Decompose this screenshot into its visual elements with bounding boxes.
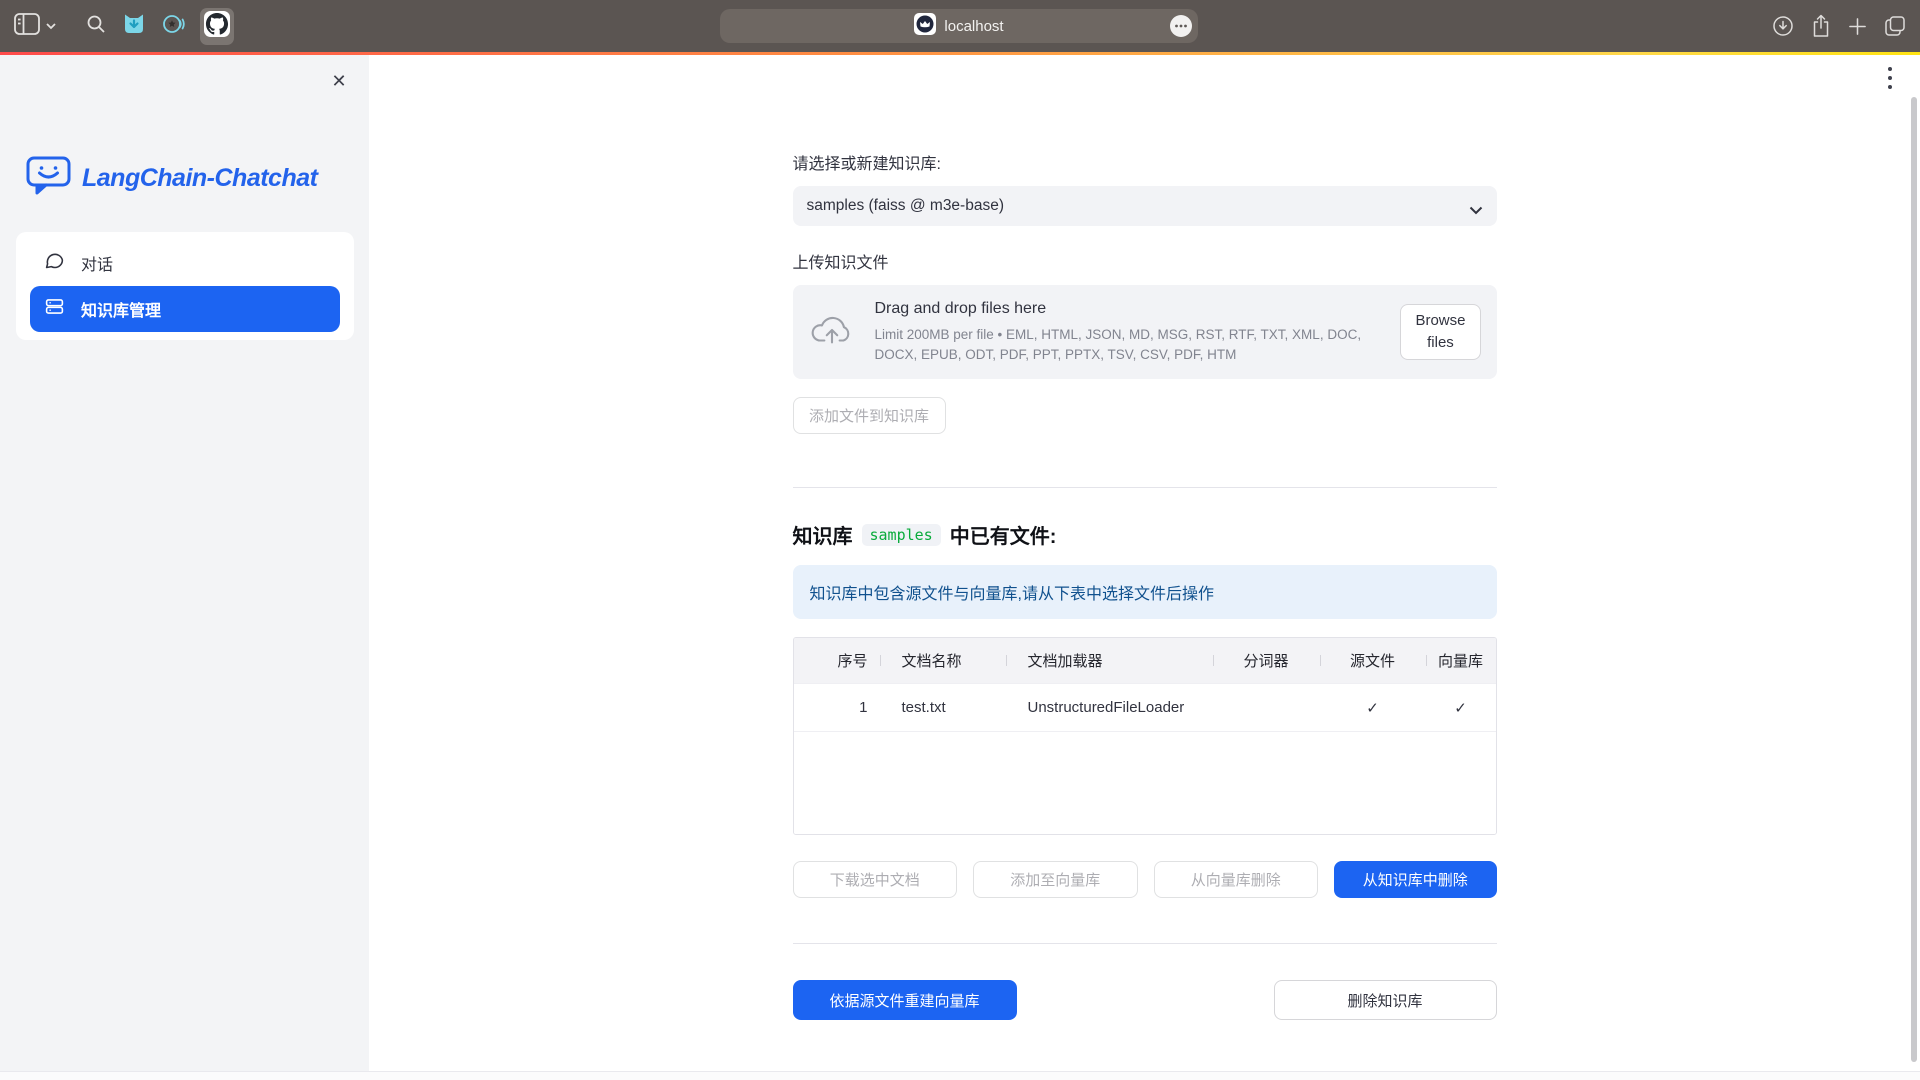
app-logo: LangChain-Chatchat bbox=[26, 155, 369, 202]
close-icon: ✕ bbox=[331, 71, 346, 92]
kb-select-dropdown[interactable]: samples (faiss @ m3e-base) bbox=[793, 186, 1497, 226]
cat-catch-extension-button[interactable] bbox=[122, 12, 146, 41]
kb-name-code: samples bbox=[862, 524, 941, 546]
upload-label: 上传知识文件 bbox=[793, 249, 1497, 273]
delete-from-kb-button[interactable]: 从知识库中删除 bbox=[1334, 861, 1497, 898]
browse-files-button[interactable]: Browse files bbox=[1400, 304, 1480, 360]
github-extension-button[interactable] bbox=[200, 8, 234, 45]
share-button[interactable] bbox=[1811, 14, 1831, 38]
sidebar-close-button[interactable]: ✕ bbox=[327, 69, 351, 93]
info-text: 知识库中包含源文件与向量库,请从下表中选择文件后操作 bbox=[810, 580, 1214, 604]
window-bottom-edge bbox=[0, 1071, 1920, 1080]
sidebar: ✕ LangChain-Chatchat 对话 bbox=[0, 55, 369, 1071]
col-header-source-file[interactable]: 源文件 bbox=[1320, 650, 1426, 671]
tabs-icon bbox=[1884, 15, 1906, 37]
col-header-splitter[interactable]: 分词器 bbox=[1213, 650, 1320, 671]
page-content: 请选择或新建知识库: samples (faiss @ m3e-base) 上传… bbox=[793, 55, 1497, 1020]
chevron-down-icon bbox=[1469, 202, 1483, 220]
browser-toolbar: localhost bbox=[0, 0, 1920, 52]
delete-kb-button[interactable]: 删除知识库 bbox=[1274, 980, 1497, 1020]
sidebar-item-label: 对话 bbox=[81, 251, 113, 275]
heading-prefix: 知识库 bbox=[793, 520, 853, 549]
github-icon bbox=[204, 11, 230, 42]
logo-chat-bubble-icon bbox=[26, 155, 72, 202]
database-icon bbox=[44, 296, 65, 322]
page-options-button[interactable] bbox=[1169, 14, 1193, 38]
heading-suffix: 中已有文件: bbox=[950, 520, 1057, 549]
scrollbar-thumb[interactable] bbox=[1911, 97, 1917, 1062]
cell-name: test.txt bbox=[880, 699, 1006, 716]
new-tab-button[interactable] bbox=[1848, 17, 1867, 36]
dropzone-limit: Limit 200MB per file • EML, HTML, JSON, … bbox=[875, 325, 1387, 364]
download-icon bbox=[1772, 15, 1794, 37]
cell-source-file: ✓ bbox=[1320, 699, 1426, 717]
download-selected-button[interactable]: 下载选中文档 bbox=[793, 861, 958, 898]
delete-from-vector-store-button[interactable]: 从向量库删除 bbox=[1154, 861, 1319, 898]
chat-bubble-icon bbox=[44, 250, 65, 276]
toolbar-right-group bbox=[1772, 0, 1906, 52]
cell-loader: UnstructuredFileLoader bbox=[1006, 699, 1213, 716]
cloud-upload-icon bbox=[811, 314, 853, 351]
sidebar-toggle-button[interactable] bbox=[14, 13, 56, 40]
cell-vector-store: ✓ bbox=[1426, 699, 1496, 717]
logo-text: LangChain-Chatchat bbox=[82, 164, 317, 193]
cat-catch-icon bbox=[122, 12, 146, 41]
reader-extension-button[interactable] bbox=[162, 12, 186, 41]
sidebar-item-dialogue[interactable]: 对话 bbox=[30, 240, 340, 286]
sidebar-item-label: 知识库管理 bbox=[81, 297, 161, 321]
col-header-vector-store[interactable]: 向量库 bbox=[1426, 650, 1496, 671]
address-bar[interactable]: localhost bbox=[720, 9, 1198, 43]
share-icon bbox=[1811, 14, 1831, 38]
kb-select-value: samples (faiss @ m3e-base) bbox=[807, 197, 1005, 215]
table-header: 序号 文档名称 文档加载器 分词器 源文件 向量库 bbox=[794, 638, 1496, 683]
kb-select-label: 请选择或新建知识库: bbox=[793, 150, 1497, 174]
download-button[interactable] bbox=[1772, 15, 1794, 37]
app-menu-button[interactable] bbox=[1877, 62, 1903, 94]
main-area: 请选择或新建知识库: samples (faiss @ m3e-base) 上传… bbox=[369, 55, 1920, 1071]
add-files-to-kb-button[interactable]: 添加文件到知识库 bbox=[793, 397, 946, 434]
col-header-index[interactable]: 序号 bbox=[794, 650, 880, 671]
reader-circles-icon bbox=[162, 12, 186, 41]
divider bbox=[793, 487, 1497, 488]
plus-icon bbox=[1848, 17, 1867, 36]
info-banner: 知识库中包含源文件与向量库,请从下表中选择文件后操作 bbox=[793, 565, 1497, 619]
add-to-vector-store-button[interactable]: 添加至向量库 bbox=[973, 861, 1138, 898]
sidebar-toggle-icon bbox=[14, 13, 40, 40]
kb-files-heading: 知识库 samples 中已有文件: bbox=[793, 520, 1497, 549]
table-row[interactable]: 1 test.txt UnstructuredFileLoader ✓ ✓ bbox=[794, 683, 1496, 732]
file-dropzone[interactable]: Drag and drop files here Limit 200MB per… bbox=[793, 285, 1497, 379]
tab-overview-button[interactable] bbox=[1884, 15, 1906, 37]
col-header-loader[interactable]: 文档加载器 bbox=[1006, 650, 1213, 671]
kb-files-table: 序号 文档名称 文档加载器 分词器 源文件 向量库 1 test.txt Uns… bbox=[793, 637, 1497, 835]
dropzone-texts: Drag and drop files here Limit 200MB per… bbox=[875, 300, 1387, 364]
table-empty-area bbox=[794, 732, 1496, 834]
toolbar-left-group bbox=[14, 0, 234, 52]
cell-index: 1 bbox=[794, 699, 880, 716]
kb-footer-buttons: 依据源文件重建向量库 删除知识库 bbox=[793, 980, 1497, 1020]
search-icon bbox=[86, 14, 106, 39]
divider bbox=[793, 943, 1497, 944]
address-host: localhost bbox=[944, 18, 1003, 35]
sidebar-nav: 对话 知识库管理 bbox=[16, 232, 354, 340]
site-favicon bbox=[914, 13, 936, 39]
file-action-buttons: 下载选中文档 添加至向量库 从向量库删除 从知识库中删除 bbox=[793, 861, 1497, 898]
dropzone-title: Drag and drop files here bbox=[875, 300, 1387, 318]
search-button[interactable] bbox=[86, 14, 106, 39]
chevron-down-icon bbox=[46, 17, 56, 35]
rebuild-vector-store-button[interactable]: 依据源文件重建向量库 bbox=[793, 980, 1017, 1020]
sidebar-item-knowledge-base[interactable]: 知识库管理 bbox=[30, 286, 340, 332]
col-header-name[interactable]: 文档名称 bbox=[880, 650, 1006, 671]
